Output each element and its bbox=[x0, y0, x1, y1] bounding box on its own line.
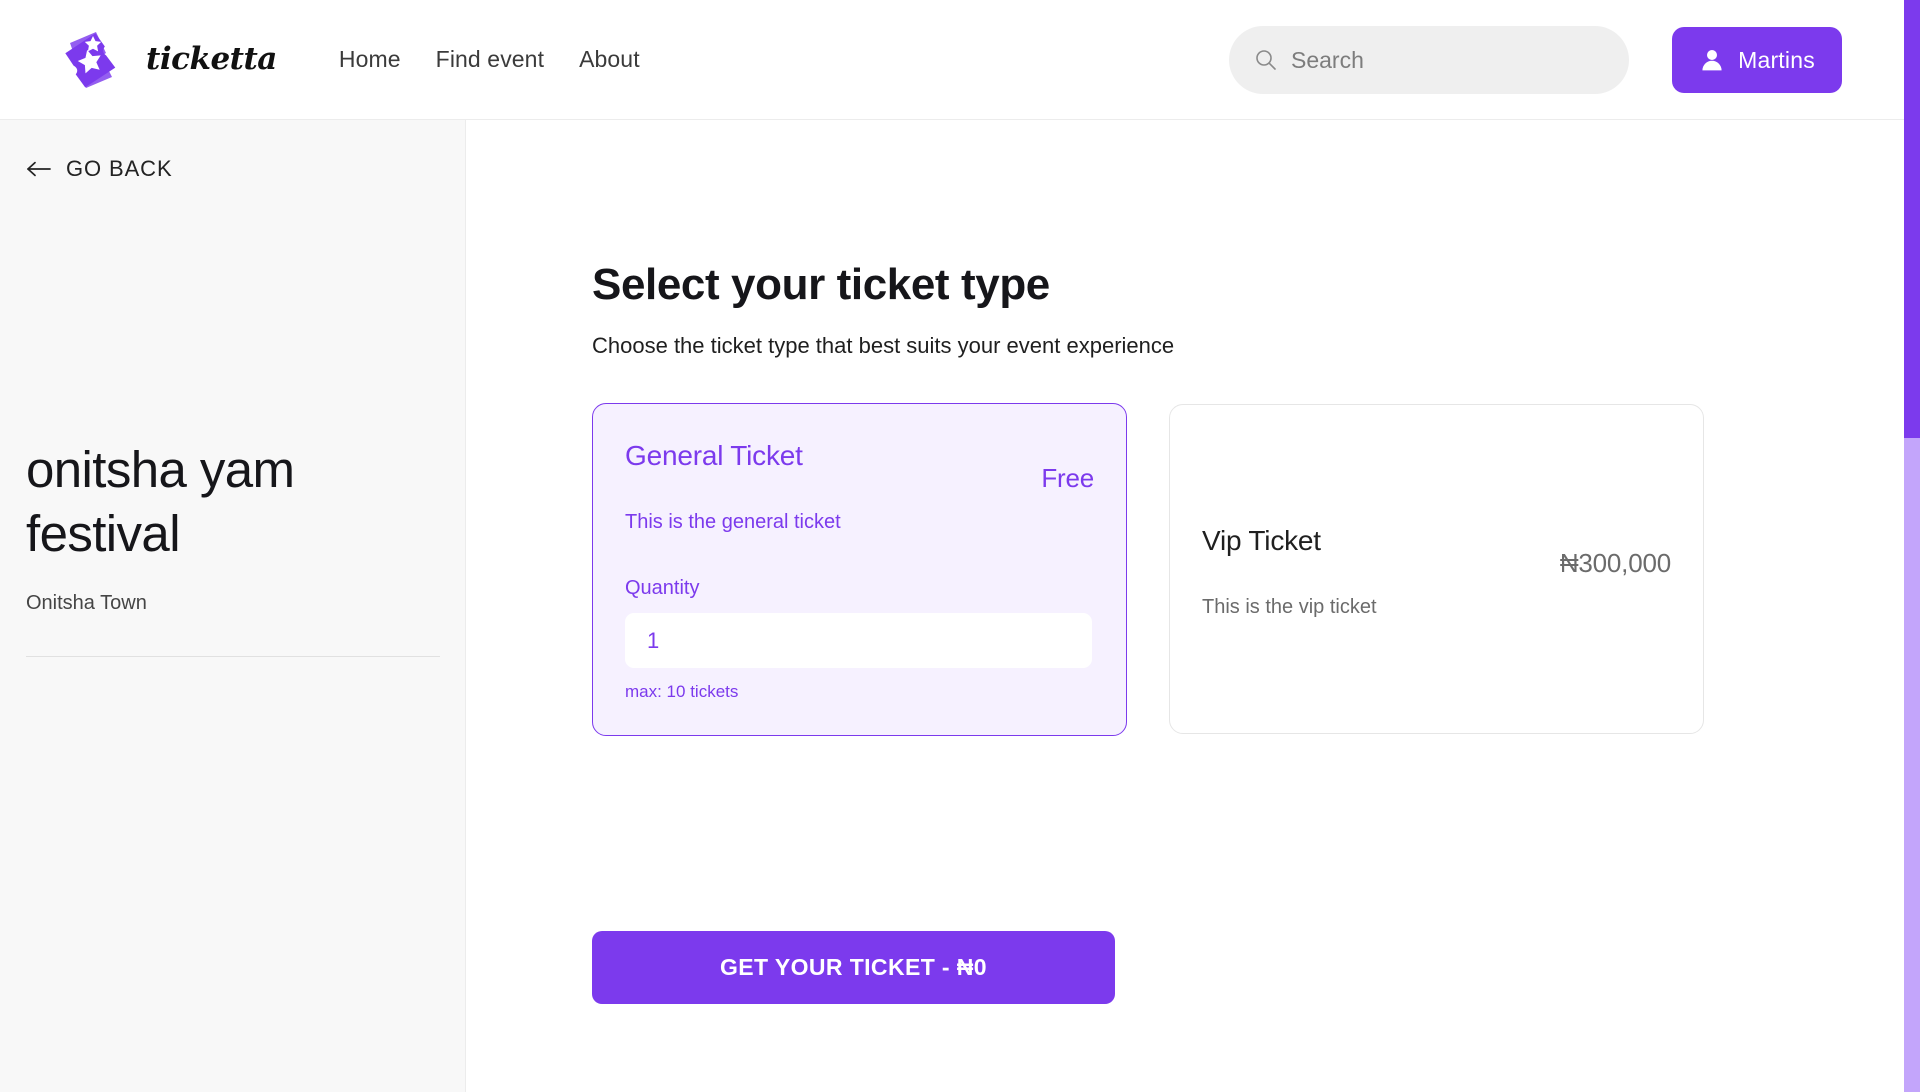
page-title: Select your ticket type bbox=[592, 260, 1050, 309]
go-back-label: GO BACK bbox=[66, 156, 173, 181]
brand[interactable]: ticketta bbox=[62, 29, 277, 91]
ticket-stars-icon bbox=[65, 31, 116, 88]
site-header: ticketta Home Find event About Martins bbox=[0, 0, 1920, 120]
ticket-description: This is the vip ticket bbox=[1202, 596, 1377, 618]
event-title: onitsha yam festival bbox=[26, 441, 295, 563]
go-back-button[interactable]: GO BACK bbox=[26, 156, 173, 182]
main-nav: Home Find event About bbox=[339, 46, 640, 73]
ticket-card-vip[interactable]: Vip Ticket ₦300,000 This is the vip tick… bbox=[1169, 404, 1704, 734]
quantity-label: Quantity bbox=[625, 577, 700, 599]
page-scrollbar-track[interactable] bbox=[1904, 0, 1920, 1092]
arrow-left-icon bbox=[27, 161, 51, 177]
main-content: Select your ticket type Choose the ticke… bbox=[466, 120, 1920, 1092]
search-bar[interactable] bbox=[1229, 26, 1629, 94]
account-button[interactable]: Martins bbox=[1672, 27, 1842, 93]
search-input[interactable] bbox=[1291, 46, 1603, 74]
quantity-input[interactable] bbox=[625, 613, 1092, 668]
brand-name: ticketta bbox=[146, 41, 277, 77]
search-icon bbox=[1256, 50, 1276, 70]
event-sidebar: GO BACK onitsha yam festival Onitsha Tow… bbox=[0, 120, 466, 1092]
user-icon bbox=[1702, 50, 1722, 71]
nav-link-about[interactable]: About bbox=[579, 46, 640, 73]
event-location: Onitsha Town bbox=[26, 592, 147, 614]
account-label: Martins bbox=[1738, 46, 1815, 73]
nav-link-find-event[interactable]: Find event bbox=[436, 46, 544, 73]
page-subtitle: Choose the ticket type that best suits y… bbox=[592, 333, 1175, 358]
quantity-hint: max: 10 tickets bbox=[625, 682, 739, 701]
ticket-card-header: Vip Ticket ₦300,000 bbox=[1202, 525, 1671, 579]
ticket-card-general[interactable]: General Ticket Free This is the general … bbox=[592, 403, 1127, 736]
ticket-description: This is the general ticket bbox=[625, 511, 841, 533]
get-ticket-button[interactable]: GET YOUR TICKET - ₦0 bbox=[592, 931, 1115, 1004]
ticket-price: ₦300,000 bbox=[1559, 548, 1671, 578]
nav-link-home[interactable]: Home bbox=[339, 46, 401, 73]
ticket-name: Vip Ticket bbox=[1202, 525, 1321, 556]
ticket-price: Free bbox=[1041, 463, 1094, 493]
sidebar-divider bbox=[26, 656, 440, 657]
ticket-card-body: Vip Ticket ₦300,000 This is the vip tick… bbox=[1202, 525, 1671, 619]
ticket-name: General Ticket bbox=[625, 440, 803, 471]
ticket-card-header: General Ticket Free bbox=[625, 440, 1094, 494]
page-scrollbar-thumb[interactable] bbox=[1904, 0, 1920, 438]
app-root: ticketta Home Find event About Martins bbox=[0, 0, 1920, 1092]
